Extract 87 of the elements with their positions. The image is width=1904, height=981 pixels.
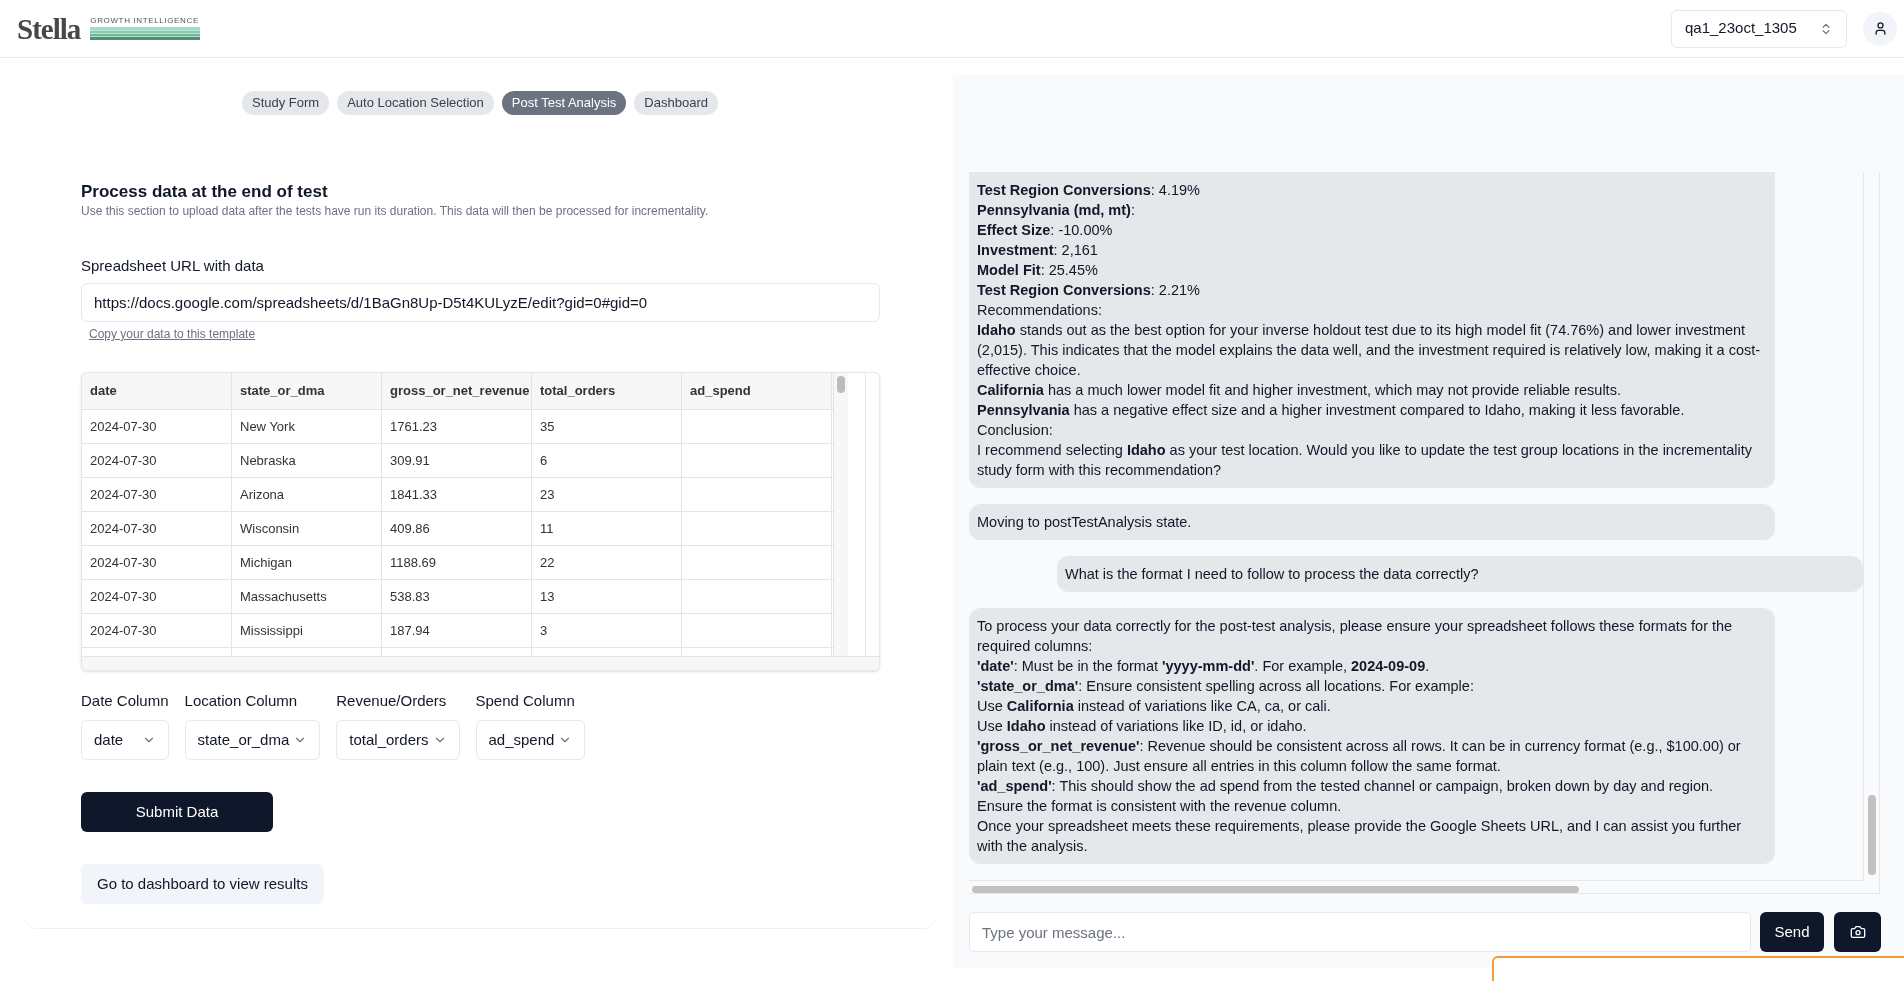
table-cell-text: Mississippi [240,621,303,640]
tab[interactable]: Dashboard [634,91,718,115]
table-cell-text: 1841.33 [390,485,437,504]
tab[interactable]: Auto Location Selection [337,91,494,115]
column-select[interactable]: date [81,720,169,760]
message-text: Investment: 2,161 [977,241,1099,260]
submit-button[interactable]: Submit Data [81,792,273,832]
column-header: state_or_dma [240,382,325,401]
vertical-scrollbar[interactable] [833,373,848,656]
column-select[interactable]: total_orders [336,720,460,760]
table-cell-text: 409.86 [390,519,430,538]
field-label: Spreadsheet URL with data [81,256,265,276]
camera-button[interactable] [1834,912,1881,952]
dashboard-button[interactable]: Go to dashboard to view results [81,864,324,904]
profile-button[interactable] [1863,11,1897,46]
message-text: Model Fit: 25.45% [977,261,1099,280]
message-text: Idaho stands out as the best option for your inverse holdout test due to its high model fit (74.76%) and lower investment (2,015). This indicates that the model explains the data well, and the investment required is relatively low, making it a cost-effective choice. [977,321,1762,380]
column-select[interactable]: state_or_dma [184,720,321,760]
logo-tagline: GROWTH INTELLIGENCE [90,15,200,25]
column-select[interactable]: ad_spend [475,720,586,760]
message-text: Use California instead of variations like CA, ca, or cali. [977,697,1332,716]
table-cell-text: 538.83 [390,587,430,606]
table-cell-text: New York [240,417,295,436]
tab[interactable]: Post Test Analysis [501,91,627,115]
field-label: Date Column [81,691,169,711]
message-text: Effect Size: -10.00% [977,221,1114,240]
field-label: Location Column [184,691,299,711]
message-text: Pennsylvania (md, mt): [977,201,1136,220]
table-cell-text: 187.94 [390,621,430,640]
message-text: Pennsylvania has a negative effect size and a higher investment compared to Idaho, making it less favorable. [977,401,1686,420]
camera-icon [1849,924,1866,940]
table-cell-text: 2024-07-30 [90,621,157,640]
horizontal-scrollbar[interactable] [82,656,879,670]
table-cell-text: 6 [540,451,548,470]
template-link[interactable]: Copy your data to this template [89,327,256,341]
table-cell-text: 1761.23 [390,417,437,436]
table-cell-text: Massachusetts [240,587,327,606]
user-icon [1872,21,1888,36]
message-text: Test Region Conversions: 2.21% [977,281,1201,300]
message-text: 'ad_spend': This should show the ad spend from the tested channel or campaign, broken down by day and region. [977,777,1715,796]
table-cell-text: 2024-07-30 [90,417,157,436]
table-cell-text: 13 [540,587,555,606]
send-button[interactable]: Send [1760,912,1824,952]
url-input[interactable]: https://docs.google.com/spreadsheets/d/1BaGn8Up-D5t4KULyzE/edit?gid=0#gid=0 [81,283,880,322]
tab[interactable]: Study Form [242,91,330,115]
table-cell-text: 1188.69 [390,553,437,572]
table-cell-text: 23 [540,485,555,504]
table-cell-text: Wisconsin [240,519,300,538]
table-cell-text: Arizona [240,485,285,504]
field-label: Revenue/Orders [336,691,448,711]
column-header: date [90,382,117,401]
message-text: Recommendations: [977,301,1103,320]
message-text: To process your data correctly for the post-test analysis, please ensure your spreadsheet follows these formats for the required columns: [977,617,1734,656]
column-header: total_orders [540,382,616,401]
message-input[interactable]: Type your message... [969,912,1751,952]
message-text: 'gross_or_net_revenue': Revenue should be consistent across all rows. It can be in currency format (e.g., $100.00) or plain text (e.g., 100). Just ensure all entries in this column follow the same format. [977,737,1742,776]
message-text: What is the format I need to follow to process the data correctly? [1065,565,1480,584]
message-text: Once your spreadsheet meets these requirements, please provide the Google Sheets URL, and I can assist you further with the analysis. [977,817,1743,856]
section-description: Use this section to upload data after the tests have run its duration. This data will then be processed for incrementality. [81,203,710,219]
table-cell-text: 2024-07-30 [90,485,157,504]
table-cell-text: 309.91 [390,451,430,470]
table-cell-text: 2024-07-30 [90,587,157,606]
message-text: 'state_or_dma': Ensure consistent spelling across all locations. For example: [977,677,1475,696]
field-label: Spend Column [475,691,576,711]
section-title: Process data at the end of test [81,181,329,203]
account-select[interactable]: qa1_23oct_1305 [1671,9,1847,48]
table-cell-text: 11 [540,519,554,538]
message-text: Test Region Conversions: 4.19% [977,181,1201,200]
table-cell-text: 2024-07-30 [90,519,157,538]
message-text: 'date': Must be in the format 'yyyy-mm-dd'. For example, 2024-09-09. [977,657,1431,676]
message-text: Moving to postTestAnalysis state. [977,513,1193,532]
column-header: ad_spend [690,382,751,401]
table-cell-text: 2024-07-30 [90,553,157,572]
table-cell-text: 3 [540,621,548,640]
column-header: gross_or_net_revenue [390,382,530,401]
table-cell-text: Michigan [240,553,293,572]
table-cell-text: Nebraska [240,451,296,470]
message-text: Use Idaho instead of variations like ID, id, or idaho. [977,717,1308,736]
message-text: Ensure the format is consistent with the revenue column. [977,797,1343,816]
message-text: Conclusion: [977,421,1054,440]
logo-wordmark: Stella [17,13,81,44]
stripes-icon [90,26,201,40]
table-cell-text: 2024-07-30 [90,451,157,470]
table-cell-text: 35 [540,417,555,436]
table-cell-text: 22 [540,553,555,572]
message-text: California has a much lower model fit and higher investment, which may not provide reliable results. [977,381,1622,400]
message-text: I recommend selecting Idaho as your test location. Would you like to update the test group locations in the incrementality study form with this recommendation? [977,441,1754,480]
